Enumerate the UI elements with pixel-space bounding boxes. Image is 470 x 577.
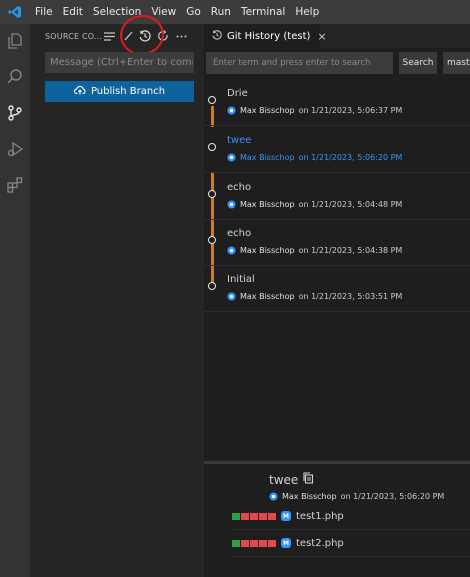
menu-terminal[interactable]: Terminal	[236, 6, 290, 18]
menu-file[interactable]: File	[30, 6, 58, 18]
source-control-sidebar: SOURCE CO... Message (Ctrl+Enter to com …	[30, 12, 204, 577]
search-input[interactable]: Enter term and press enter to search	[206, 52, 393, 74]
commit-author: Max Bisschop	[240, 246, 295, 255]
menu-bar: File Edit Selection View Go Run Terminal…	[0, 0, 470, 24]
copy-icon[interactable]	[302, 472, 314, 487]
list-icon[interactable]	[100, 28, 118, 44]
commit-meta: Max Bisschop on 1/21/2023, 5:04:38 PM	[227, 246, 402, 255]
eye-icon[interactable]	[227, 153, 236, 162]
commit-row[interactable]: Drie Max Bisschop on 1/21/2023, 5:06:37 …	[204, 80, 470, 126]
commit-node	[208, 282, 216, 290]
cloud-upload-icon	[73, 85, 86, 98]
changed-file-row[interactable]: M test1.php	[232, 503, 470, 530]
commit-message-input[interactable]: Message (Ctrl+Enter to commi...	[45, 52, 194, 73]
commit-message: twee	[227, 135, 252, 146]
commit-meta: Max Bisschop on 1/21/2023, 5:06:20 PM	[227, 153, 402, 162]
menu-go[interactable]: Go	[181, 6, 206, 18]
commit-date: on 1/21/2023, 5:06:37 PM	[298, 106, 403, 115]
commit-message: Initial	[227, 274, 255, 285]
tab-label: Git History (test)	[227, 30, 311, 42]
commit-meta: Max Bisschop on 1/21/2023, 5:03:51 PM	[227, 292, 402, 301]
menu-edit[interactable]: Edit	[58, 6, 88, 18]
commit-message: Drie	[227, 88, 248, 99]
eye-icon[interactable]	[227, 292, 236, 301]
vscode-logo-icon	[0, 0, 30, 24]
details-title: twee	[269, 472, 314, 487]
details-splitter[interactable]	[204, 461, 470, 464]
more-icon[interactable]	[172, 28, 190, 44]
sidebar-header: SOURCE CO...	[30, 12, 204, 58]
history-icon	[212, 29, 222, 43]
editor-tabs: Git History (test) ×	[204, 24, 470, 48]
php-file-icon: M	[281, 538, 291, 548]
publish-branch-button[interactable]: Publish Branch	[45, 81, 194, 102]
details-commit-message: twee	[269, 472, 299, 487]
details-date: on 1/21/2023, 5:06:20 PM	[340, 492, 445, 501]
search-row: Enter term and press enter to search Sea…	[204, 52, 470, 74]
extensions-icon[interactable]	[3, 173, 27, 197]
close-icon[interactable]: ×	[317, 30, 326, 43]
commit-message: echo	[227, 182, 252, 193]
commit-author: Max Bisschop	[240, 153, 295, 162]
search-button[interactable]: Search	[399, 52, 437, 74]
diffstat-bars	[232, 512, 276, 520]
details-author: Max Bisschop	[282, 492, 337, 501]
commit-author: Max Bisschop	[240, 200, 295, 209]
commit-date: on 1/21/2023, 5:06:20 PM	[298, 153, 403, 162]
menu-help[interactable]: Help	[290, 6, 324, 18]
commit-date: on 1/21/2023, 5:04:38 PM	[298, 246, 403, 255]
commit-message: echo	[227, 228, 252, 239]
details-meta: Max Bisschop on 1/21/2023, 5:06:20 PM	[269, 492, 444, 501]
commit-date: on 1/21/2023, 5:04:48 PM	[298, 200, 403, 209]
diffstat-bars	[232, 539, 276, 547]
commit-date: on 1/21/2023, 5:03:51 PM	[298, 292, 403, 301]
eye-icon[interactable]	[269, 492, 278, 501]
php-file-icon: M	[281, 511, 291, 521]
commit-node	[208, 190, 216, 198]
changed-file-row[interactable]: M test2.php	[232, 530, 470, 557]
commit-row[interactable]: Initial Max Bisschop on 1/21/2023, 5:03:…	[204, 266, 470, 312]
file-name: test1.php	[296, 510, 344, 522]
branch-selector[interactable]: master	[443, 52, 470, 74]
sidebar-title: SOURCE CO...	[45, 31, 101, 41]
commit-row[interactable]: echo Max Bisschop on 1/21/2023, 5:04:48 …	[204, 174, 470, 220]
search-icon[interactable]	[3, 65, 27, 89]
commit-node	[208, 236, 216, 244]
run-debug-icon[interactable]	[3, 137, 27, 161]
file-name: test2.php	[296, 537, 344, 549]
commit-row-selected[interactable]: twee Max Bisschop on 1/21/2023, 5:06:20 …	[204, 127, 470, 173]
git-history-view: Enter term and press enter to search Sea…	[204, 48, 470, 577]
explorer-icon[interactable]	[3, 29, 27, 53]
eye-icon[interactable]	[227, 106, 236, 115]
tab-git-history[interactable]: Git History (test) ×	[204, 24, 327, 48]
commit-node	[208, 96, 216, 104]
commit-author: Max Bisschop	[240, 106, 295, 115]
commit-row[interactable]: echo Max Bisschop on 1/21/2023, 5:04:38 …	[204, 220, 470, 266]
activity-bar	[0, 24, 30, 577]
commit-node	[208, 143, 216, 151]
publish-branch-label: Publish Branch	[90, 86, 166, 97]
commit-author: Max Bisschop	[240, 292, 295, 301]
source-control-icon[interactable]	[3, 101, 27, 125]
commit-meta: Max Bisschop on 1/21/2023, 5:06:37 PM	[227, 106, 402, 115]
commit-meta: Max Bisschop on 1/21/2023, 5:04:48 PM	[227, 200, 402, 209]
menu-run[interactable]: Run	[206, 6, 236, 18]
eye-icon[interactable]	[227, 200, 236, 209]
eye-icon[interactable]	[227, 246, 236, 255]
